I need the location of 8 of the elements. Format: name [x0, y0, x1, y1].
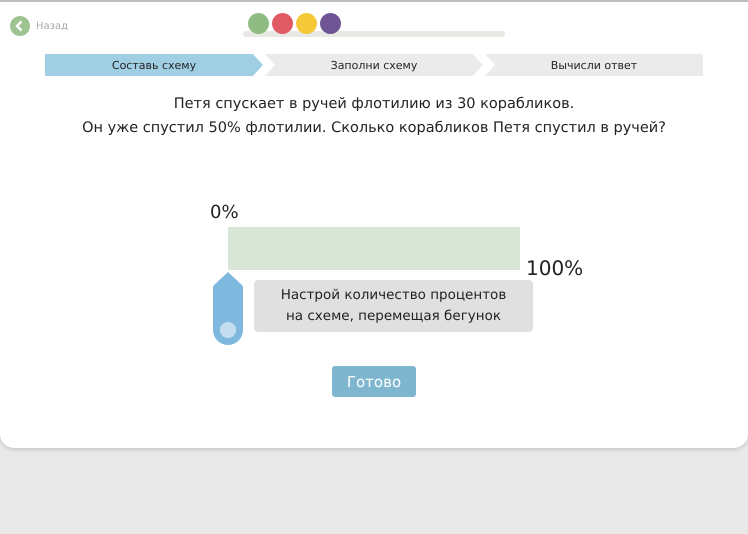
step-tab[interactable]: Заполни схему [265, 54, 483, 76]
step-tab[interactable]: Вычисли ответ [485, 54, 703, 76]
end-label: 100% [526, 256, 584, 280]
step-tab[interactable]: Составь схему [45, 54, 263, 76]
start-label: 0% [210, 202, 240, 223]
slider-handle[interactable] [213, 272, 243, 345]
problem-text: Петя спускает в ручей флотилию из 30 корабликов. Он уже спустил 50% флотилии. Сколько корабликов Петя спустил в ручей? [82, 95, 666, 138]
hint-tooltip: Настрой количество процентов на схеме, перемещая бегунок [254, 280, 533, 332]
